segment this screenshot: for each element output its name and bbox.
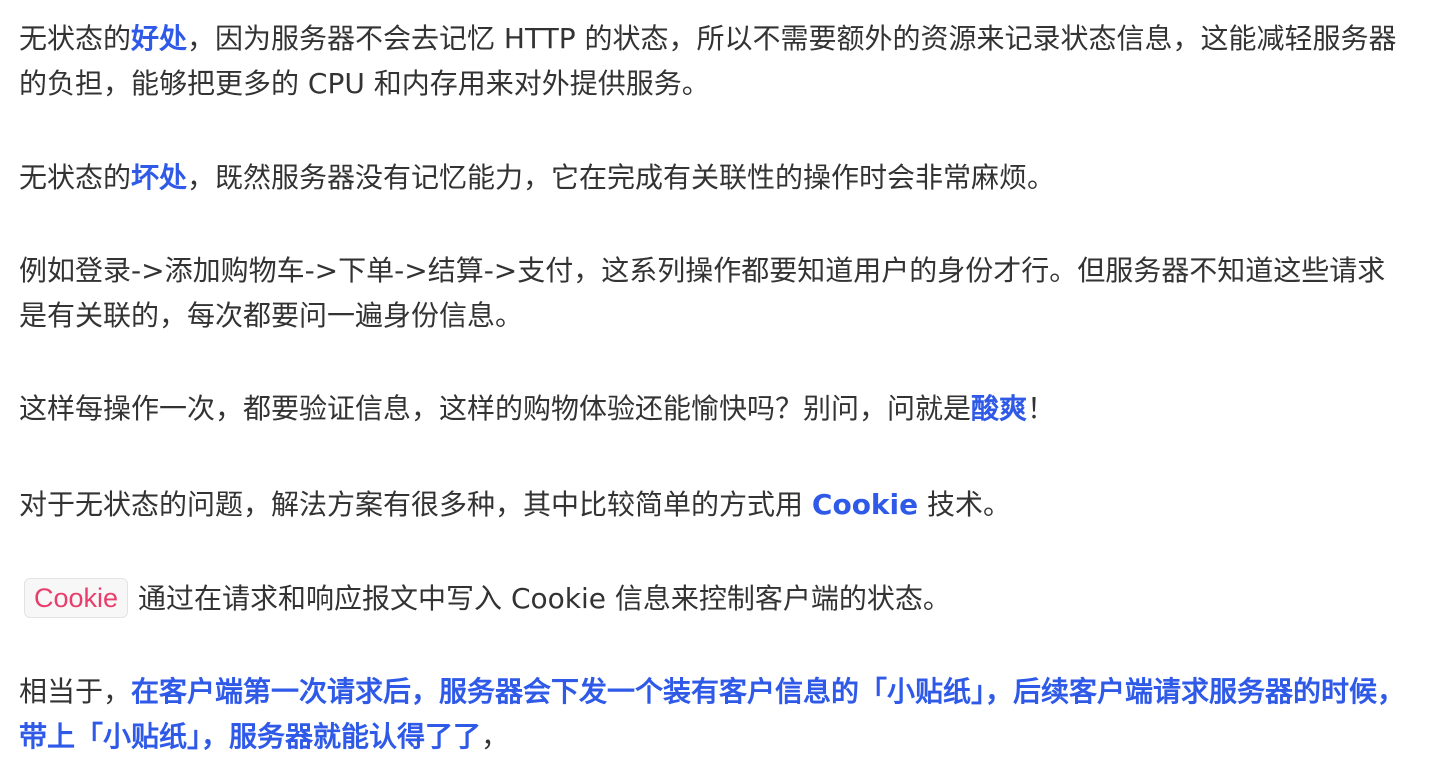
text-segment: 相当于， bbox=[19, 675, 132, 708]
inline-code-cookie: Cookie bbox=[24, 578, 129, 618]
paragraph-cookie-definition: Cookie 通过在请求和响应报文中写入 Cookie 信息来控制客户端的状态。 bbox=[19, 576, 1412, 621]
text-segment: 这样每操作一次，都要验证信息，这样的购物体验还能愉快吗？别问，问就是 bbox=[19, 392, 972, 425]
paragraph-stateless-benefit: 无状态的好处，因为服务器不会去记忆 HTTP 的状态，所以不需要额外的资源来记录… bbox=[19, 16, 1412, 106]
paragraph-cookie-analogy: 相当于，在客户端第一次请求后，服务器会下发一个装有客户信息的「小贴纸」，后续客户… bbox=[19, 669, 1412, 759]
text-segment: ！ bbox=[1027, 392, 1056, 425]
highlight-benefit: 好处 bbox=[131, 22, 188, 55]
text-segment: 例如登录->添加购物车->下单->结算->支付，这系列操作都要知道用户的身份才行… bbox=[19, 254, 1386, 332]
highlight-drawback: 坏处 bbox=[131, 161, 188, 194]
paragraph-shopping-example: 例如登录->添加购物车->下单->结算->支付，这系列操作都要知道用户的身份才行… bbox=[19, 248, 1412, 338]
text-segment: 技术。 bbox=[918, 488, 1012, 521]
text-segment: 无状态的 bbox=[19, 161, 132, 194]
text-segment: ，因为服务器不会去记忆 HTTP 的状态，所以不需要额外的资源来记录状态信息，这… bbox=[19, 22, 1397, 100]
text-segment: ， bbox=[481, 720, 510, 753]
text-segment: 无状态的 bbox=[19, 22, 132, 55]
text-segment: 对于无状态的问题，解法方案有很多种，其中比较简单的方式用 bbox=[19, 488, 812, 521]
highlight-cookie: Cookie bbox=[811, 488, 919, 521]
text-segment: 通过在请求和响应报文中写入 Cookie 信息来控制客户端的状态。 bbox=[138, 582, 951, 615]
text-segment: ，既然服务器没有记忆能力，它在完成有关联性的操作时会非常麻烦。 bbox=[187, 161, 1056, 194]
paragraph-solution: 对于无状态的问题，解法方案有很多种，其中比较简单的方式用 Cookie 技术。 bbox=[19, 482, 1412, 527]
highlight-sour: 酸爽 bbox=[971, 392, 1028, 425]
paragraph-stateless-drawback: 无状态的坏处，既然服务器没有记忆能力，它在完成有关联性的操作时会非常麻烦。 bbox=[19, 155, 1412, 200]
paragraph-verification: 这样每操作一次，都要验证信息，这样的购物体验还能愉快吗？别问，问就是酸爽！ bbox=[19, 386, 1412, 431]
highlight-sticker-analogy: 在客户端第一次请求后，服务器会下发一个装有客户信息的「小贴纸」，后续客户端请求服… bbox=[19, 675, 1406, 753]
